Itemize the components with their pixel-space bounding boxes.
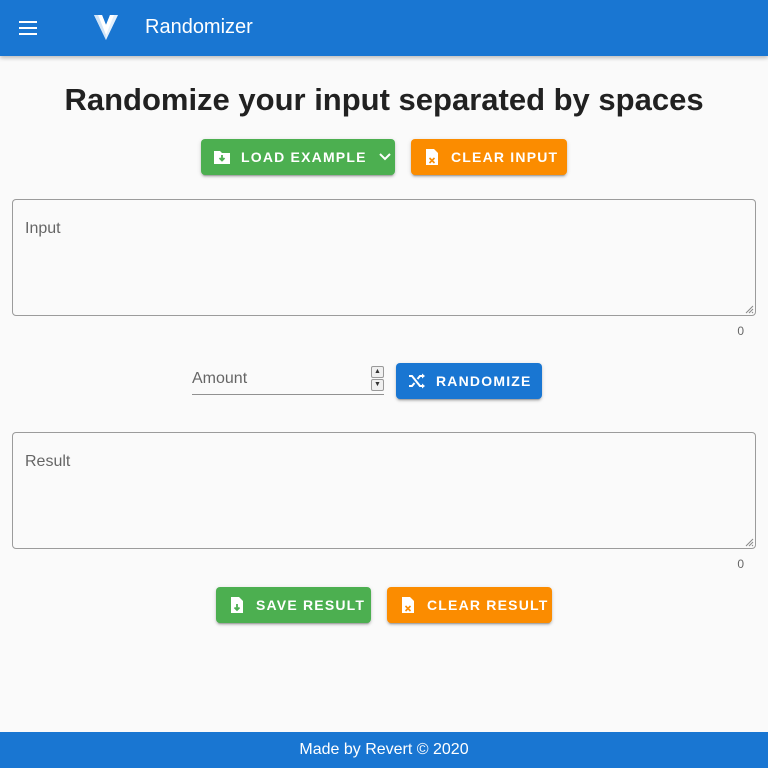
clear-result-label: CLEAR RESULT (427, 597, 549, 613)
vuetify-logo (94, 15, 118, 40)
randomize-button[interactable]: RANDOMIZE (396, 363, 542, 399)
input-textarea[interactable]: Input (12, 199, 756, 316)
randomize-label: RANDOMIZE (436, 373, 532, 389)
footer: Made by Revert © 2020 (0, 732, 768, 768)
input-char-counter: 0 (737, 324, 744, 338)
spin-up-icon[interactable]: ▲ (371, 366, 384, 378)
resize-handle-icon[interactable] (744, 304, 754, 314)
page-title: Randomize your input separated by spaces (64, 82, 704, 117)
result-char-counter: 0 (737, 557, 744, 571)
clear-input-button[interactable]: CLEAR INPUT (411, 139, 567, 175)
hamburger-menu-icon (19, 21, 37, 35)
shuffle-icon (408, 372, 426, 390)
input-label: Input (25, 220, 61, 237)
save-result-button[interactable]: SAVE RESULT (216, 587, 371, 623)
amount-spinner[interactable]: ▲ ▼ (371, 366, 384, 391)
file-remove-icon (399, 596, 417, 614)
app-bar: Randomizer (0, 0, 768, 56)
load-example-button[interactable]: LOAD EXAMPLE (201, 139, 395, 175)
amount-label: Amount (192, 370, 248, 387)
chevron-down-icon (378, 153, 391, 161)
footer-text: Made by Revert © 2020 (299, 741, 469, 758)
result-textarea[interactable]: Result (12, 432, 756, 549)
spin-down-icon[interactable]: ▼ (371, 379, 384, 391)
result-label: Result (25, 453, 71, 470)
clear-result-button[interactable]: CLEAR RESULT (387, 587, 552, 623)
menu-button[interactable] (16, 16, 40, 40)
file-remove-icon (423, 148, 441, 166)
load-example-label: LOAD EXAMPLE (241, 149, 367, 165)
clear-input-label: CLEAR INPUT (451, 149, 559, 165)
amount-field[interactable]: Amount ▲ ▼ (192, 366, 384, 395)
app-title: Randomizer (145, 16, 253, 38)
save-result-label: SAVE RESULT (256, 597, 366, 613)
file-download-icon (228, 596, 246, 614)
resize-handle-icon[interactable] (744, 537, 754, 547)
folder-download-icon (213, 148, 231, 166)
